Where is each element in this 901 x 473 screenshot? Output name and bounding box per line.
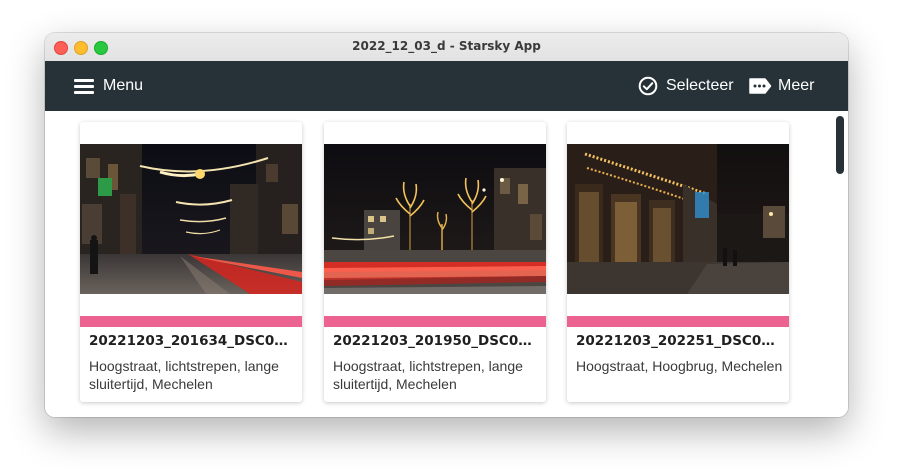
menu-button[interactable]: Menu	[74, 74, 143, 98]
scrollbar-thumb[interactable]	[836, 116, 844, 174]
app-toolbar: Menu Selecteer Meer	[45, 61, 848, 111]
vertical-scrollbar[interactable]	[831, 111, 848, 417]
photo-title: 20221203_202251_DSC07...	[576, 333, 784, 349]
app-window: 2022_12_03_d - Starsky App Menu Selectee…	[45, 33, 848, 417]
select-label: Selecteer	[666, 77, 734, 94]
photo-card[interactable]: 20221203_201634_DSC07... Hoogstraat, lic…	[80, 122, 302, 402]
check-circle-icon	[638, 76, 658, 96]
photo-description: Hoogstraat, lichtstrepen, lange sluitert…	[89, 358, 279, 392]
photo-description: Hoogstraat, Hoogbrug, Mechelen	[576, 358, 783, 374]
photo-thumbnail[interactable]	[324, 144, 546, 294]
select-button[interactable]: Selecteer	[638, 74, 734, 98]
photo-title: 20221203_201634_DSC07...	[89, 333, 297, 349]
photo-title: 20221203_201950_DSC07...	[333, 333, 541, 349]
more-button[interactable]: Meer	[748, 74, 814, 98]
window-title: 2022_12_03_d - Starsky App	[352, 39, 541, 53]
accent-bar	[324, 316, 546, 327]
more-tag-icon	[749, 78, 772, 94]
accent-bar	[80, 316, 302, 327]
photo-thumbnail[interactable]	[567, 144, 789, 294]
more-label: Meer	[778, 77, 815, 94]
photo-thumbnail[interactable]	[80, 144, 302, 294]
photo-description: Hoogstraat, lichtstrepen, lange sluitert…	[333, 358, 523, 392]
hamburger-icon	[74, 78, 94, 94]
title-bar: 2022_12_03_d - Starsky App	[45, 33, 848, 62]
photo-card[interactable]: 20221203_202251_DSC07... Hoogstraat, Hoo…	[567, 122, 789, 402]
menu-label: Menu	[103, 77, 144, 94]
photo-grid: 20221203_201634_DSC07... Hoogstraat, lic…	[45, 111, 831, 417]
photo-card[interactable]: 20221203_201950_DSC07... Hoogstraat, lic…	[324, 122, 546, 402]
accent-bar	[567, 316, 789, 327]
